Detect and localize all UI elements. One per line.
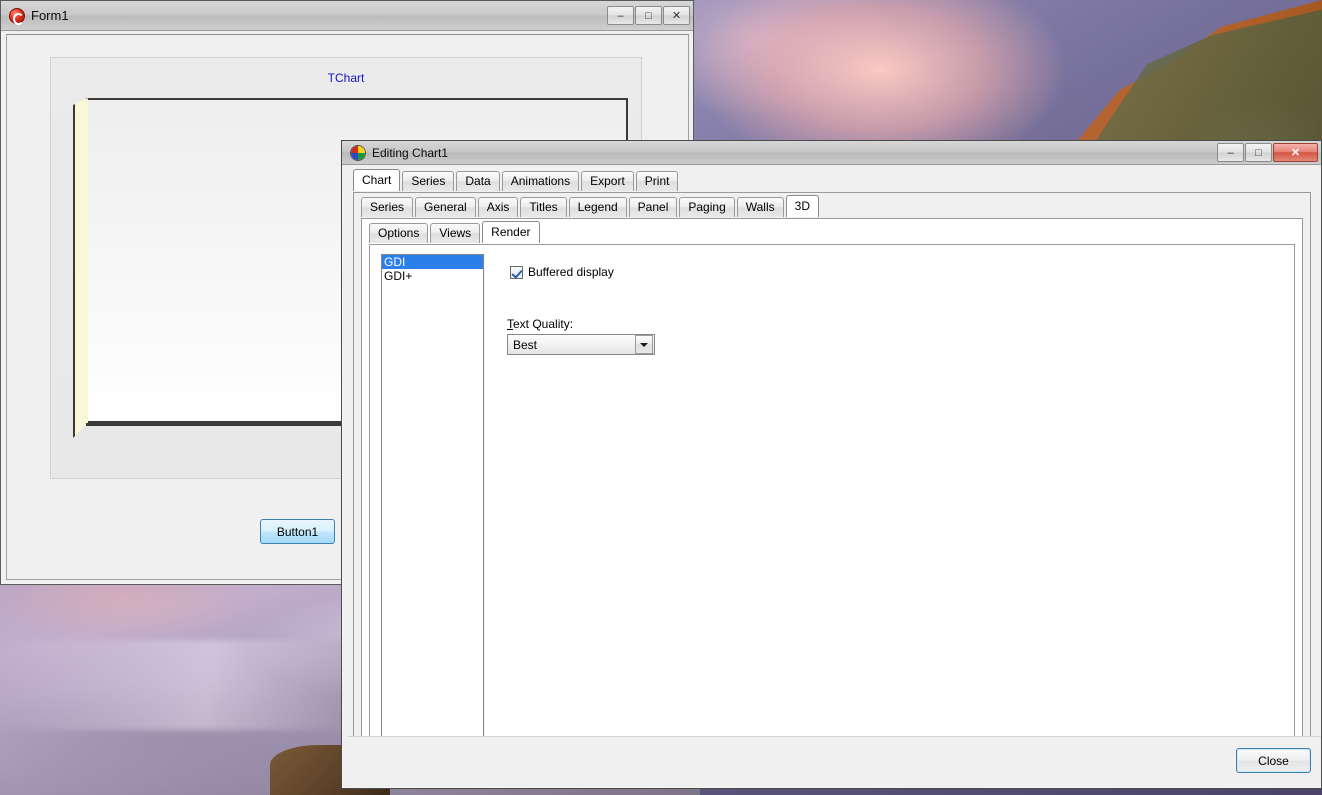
three-d-tab-pane: Options Views Render GDI GDI+ Buffered d… [361, 218, 1303, 753]
tab-titles[interactable]: Titles [520, 197, 567, 217]
tabstrip-level3: Options Views Render [369, 221, 1295, 244]
maximize-icon[interactable]: □ [635, 6, 662, 25]
tab-general[interactable]: General [415, 197, 476, 217]
tab-panel[interactable]: Panel [628, 197, 678, 217]
render-engine-list[interactable]: GDI GDI+ [381, 254, 484, 739]
tab-walls[interactable]: Walls [736, 197, 784, 217]
tab-options[interactable]: Options [369, 223, 429, 243]
chart-pie-icon [350, 144, 366, 161]
tab-render[interactable]: Render [482, 221, 540, 243]
dialog-caption-buttons: – □ ✕ [1217, 143, 1318, 162]
minimize-icon[interactable]: – [607, 6, 634, 25]
tab-legend[interactable]: Legend [568, 197, 627, 217]
tab-chart[interactable]: Chart [353, 169, 401, 191]
tabstrip-level1: Chart Series Data Animations Export Prin… [353, 169, 1311, 192]
dialog-titlebar[interactable]: Editing Chart1 – □ ✕ [342, 141, 1321, 165]
form1-titlebar[interactable]: Form1 – □ ✕ [1, 1, 693, 31]
tab-animations[interactable]: Animations [501, 171, 580, 191]
chart-tab-pane: Series General Axis Titles Legend Panel … [353, 192, 1311, 757]
tab-paging[interactable]: Paging [679, 197, 735, 217]
dialog-title: Editing Chart1 [372, 145, 449, 160]
text-quality-label: Text Quality: [507, 317, 573, 331]
button1[interactable]: Button1 [260, 519, 335, 544]
close-icon[interactable]: ✕ [663, 6, 690, 25]
render-tab-pane: GDI GDI+ Buffered display Text Quality: … [369, 244, 1295, 749]
tab-axis[interactable]: Axis [477, 197, 519, 217]
tab-export[interactable]: Export [581, 171, 634, 191]
dialog-close-icon[interactable]: ✕ [1273, 143, 1318, 162]
chevron-down-icon[interactable] [635, 335, 653, 354]
dialog-body: Chart Series Data Animations Export Prin… [345, 168, 1321, 785]
list-item[interactable]: GDI [382, 255, 483, 269]
dialog-footer: Close [348, 736, 1321, 782]
tab-series[interactable]: Series [361, 197, 414, 217]
tab-print[interactable]: Print [635, 171, 679, 191]
dialog-maximize-icon[interactable]: □ [1245, 143, 1272, 162]
buffered-display-label: Buffered display [528, 265, 614, 279]
tchart-title: TChart [327, 71, 365, 85]
app-icon [9, 7, 25, 25]
text-quality-select[interactable]: Best [507, 334, 655, 355]
tab-series-top[interactable]: Series [402, 171, 455, 191]
checkbox-box-icon[interactable] [510, 265, 523, 279]
buffered-display-checkbox[interactable]: Buffered display [510, 265, 614, 279]
editing-chart-dialog[interactable]: Editing Chart1 – □ ✕ Chart Series Data A… [341, 140, 1322, 789]
tab-3d[interactable]: 3D [785, 195, 819, 217]
tab-data[interactable]: Data [456, 171, 500, 191]
tab-views[interactable]: Views [430, 223, 481, 243]
text-quality-label-rest: ext Quality: [513, 317, 574, 331]
chart-left-wall [73, 98, 88, 438]
list-item[interactable]: GDI+ [382, 269, 483, 283]
dialog-minimize-icon[interactable]: – [1217, 143, 1244, 162]
text-quality-value: Best [513, 337, 538, 352]
tabstrip-level2: Series General Axis Titles Legend Panel … [361, 195, 1303, 218]
close-button[interactable]: Close [1236, 748, 1311, 773]
form1-title: Form1 [31, 8, 69, 23]
form1-caption-buttons: – □ ✕ [607, 6, 690, 25]
